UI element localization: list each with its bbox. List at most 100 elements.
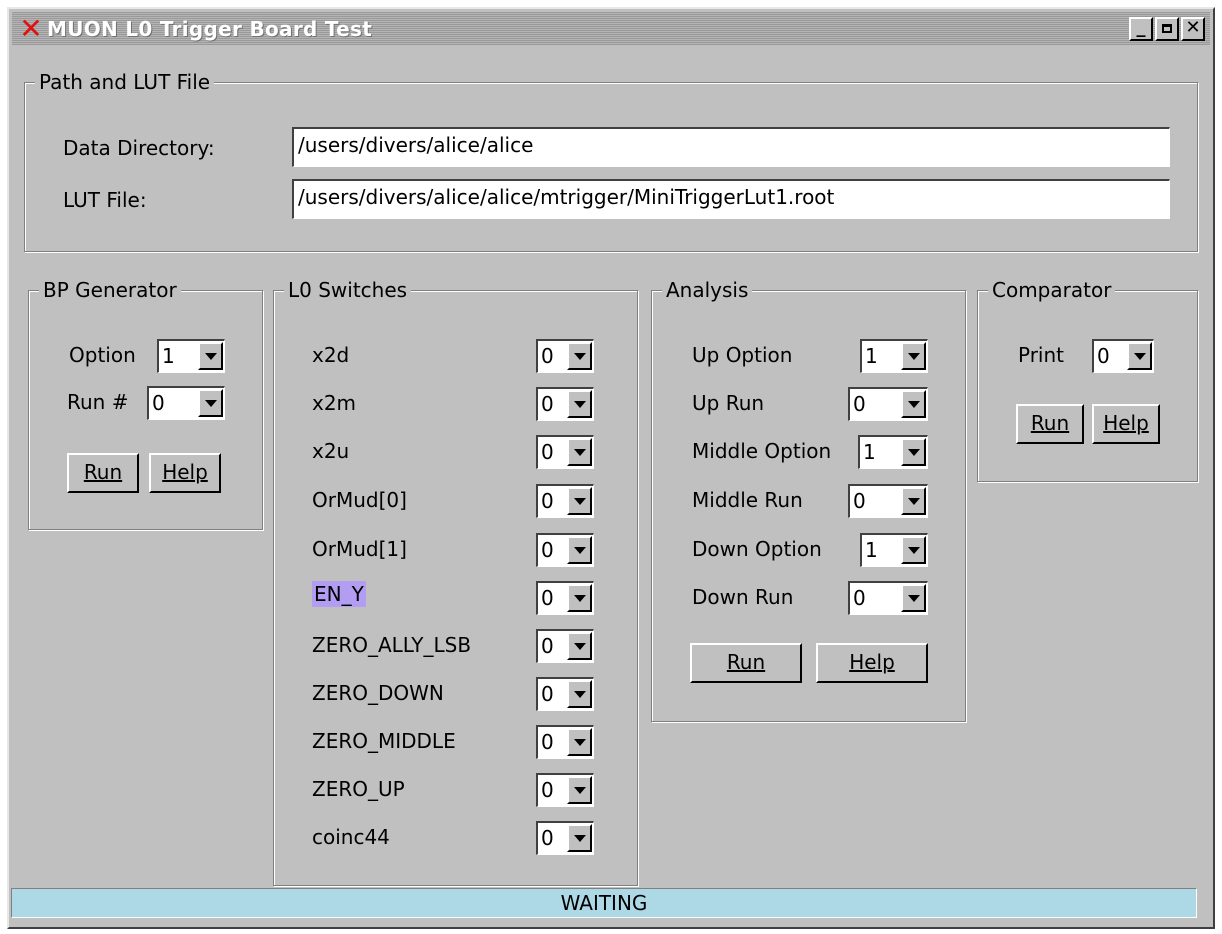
- switch-label: ZERO_UP: [312, 777, 405, 801]
- switch-value: 0: [541, 778, 554, 802]
- minimize-button[interactable]: _: [1129, 17, 1153, 41]
- l0-switches-title: L0 Switches: [284, 277, 412, 303]
- chevron-down-icon[interactable]: [901, 342, 926, 370]
- switch-select[interactable]: 0: [536, 677, 594, 711]
- chevron-down-icon[interactable]: [567, 390, 592, 418]
- analysis-label: Middle Run: [692, 488, 803, 512]
- bp-run-number-value: 0: [152, 391, 165, 415]
- analysis-label: Up Run: [692, 391, 765, 415]
- bp-run-number-label: Run #: [67, 390, 129, 414]
- chevron-down-icon[interactable]: [567, 536, 592, 564]
- bp-generator-group: BP Generator Option 1 Run # 0 Run Help: [28, 277, 263, 530]
- switch-label-highlighted[interactable]: EN_Y: [312, 581, 366, 607]
- switch-select[interactable]: 0: [536, 581, 594, 615]
- switch-select[interactable]: 0: [536, 484, 594, 518]
- title-bar[interactable]: ✕ MUON L0 Trigger Board Test _ ✕: [12, 12, 1210, 45]
- chevron-down-icon[interactable]: [567, 680, 592, 708]
- comparator-title: Comparator: [988, 277, 1116, 303]
- data-directory-label: Data Directory:: [63, 136, 215, 160]
- switch-select[interactable]: 0: [536, 725, 594, 759]
- switch-label: x2m: [312, 391, 357, 415]
- maximize-button[interactable]: [1155, 17, 1179, 41]
- analysis-label: Up Option: [692, 343, 793, 367]
- analysis-value: 0: [853, 586, 866, 610]
- bp-run-button-label: Run: [83, 460, 123, 484]
- analysis-value: 1: [865, 538, 878, 562]
- switch-value: 0: [541, 440, 554, 464]
- analysis-value: 0: [853, 392, 866, 416]
- maximize-icon: [1162, 24, 1172, 33]
- analysis-label: Down Option: [692, 537, 822, 561]
- analysis-select[interactable]: 0: [848, 484, 928, 518]
- window-title: MUON L0 Trigger Board Test: [47, 17, 373, 41]
- lut-file-input[interactable]: /users/divers/alice/alice/mtrigger/MiniT…: [292, 179, 1170, 219]
- analysis-value: 0: [853, 489, 866, 513]
- switch-value: 0: [541, 538, 554, 562]
- switch-label: OrMud[0]: [312, 488, 407, 512]
- lut-file-label: LUT File:: [63, 188, 147, 212]
- switch-select[interactable]: 0: [536, 533, 594, 567]
- l0-switches-group: L0 Switches x2d 0 x2m 0 x2u 0 OrMud[0] 0…: [273, 277, 638, 886]
- comparator-group: Comparator Print 0 Run Help: [977, 277, 1198, 482]
- switch-value: 0: [541, 392, 554, 416]
- switch-select[interactable]: 0: [536, 629, 594, 663]
- bp-run-button[interactable]: Run: [67, 453, 139, 493]
- comparator-print-select[interactable]: 0: [1092, 339, 1154, 373]
- data-directory-input[interactable]: /users/divers/alice/alice: [292, 127, 1170, 167]
- comparator-help-button-label: Help: [1103, 411, 1149, 435]
- analysis-select[interactable]: 1: [860, 533, 928, 567]
- analysis-select[interactable]: 1: [858, 435, 928, 469]
- comparator-run-button-label: Run: [1030, 411, 1070, 435]
- chevron-down-icon[interactable]: [901, 536, 926, 564]
- switch-value: 0: [541, 489, 554, 513]
- switch-select[interactable]: 0: [536, 387, 594, 421]
- switch-select[interactable]: 0: [536, 339, 594, 373]
- bp-option-select[interactable]: 1: [157, 339, 225, 373]
- chevron-down-icon[interactable]: [1127, 342, 1152, 370]
- switch-label: ZERO_ALLY_LSB: [312, 633, 472, 657]
- analysis-select[interactable]: 0: [848, 581, 928, 615]
- switch-select[interactable]: 0: [536, 435, 594, 469]
- status-bar: WAITING: [11, 888, 1197, 918]
- switch-value: 0: [541, 826, 554, 850]
- analysis-label: Down Run: [692, 585, 794, 609]
- bp-generator-title: BP Generator: [39, 277, 181, 303]
- analysis-select[interactable]: 0: [848, 387, 928, 421]
- chevron-down-icon[interactable]: [901, 584, 926, 612]
- switch-value: 0: [541, 634, 554, 658]
- chevron-down-icon[interactable]: [567, 487, 592, 515]
- comparator-help-button[interactable]: Help: [1092, 404, 1160, 444]
- comparator-run-button[interactable]: Run: [1016, 404, 1084, 444]
- chevron-down-icon[interactable]: [901, 390, 926, 418]
- bp-option-value: 1: [162, 344, 175, 368]
- analysis-select[interactable]: 1: [860, 339, 928, 373]
- x-app-icon: ✕: [19, 12, 43, 45]
- analysis-help-button-label: Help: [849, 650, 895, 674]
- switch-select[interactable]: 0: [536, 773, 594, 807]
- chevron-down-icon[interactable]: [901, 487, 926, 515]
- close-button[interactable]: ✕: [1181, 17, 1205, 41]
- switch-label: ZERO_DOWN: [312, 681, 444, 705]
- chevron-down-icon[interactable]: [567, 632, 592, 660]
- chevron-down-icon[interactable]: [567, 438, 592, 466]
- chevron-down-icon[interactable]: [567, 776, 592, 804]
- close-icon: ✕: [1185, 17, 1201, 38]
- chevron-down-icon[interactable]: [567, 728, 592, 756]
- bp-help-button[interactable]: Help: [149, 453, 221, 493]
- chevron-down-icon[interactable]: [567, 342, 592, 370]
- switch-label: x2d: [312, 343, 350, 367]
- chevron-down-icon[interactable]: [198, 389, 223, 417]
- switch-label: coinc44: [312, 825, 390, 849]
- chevron-down-icon[interactable]: [901, 438, 926, 466]
- analysis-value: 1: [865, 344, 878, 368]
- chevron-down-icon[interactable]: [198, 342, 223, 370]
- switch-label: ZERO_MIDDLE: [312, 729, 456, 753]
- bp-run-number-select[interactable]: 0: [147, 386, 225, 420]
- analysis-help-button[interactable]: Help: [816, 643, 928, 683]
- chevron-down-icon[interactable]: [567, 824, 592, 852]
- analysis-run-button[interactable]: Run: [690, 643, 802, 683]
- chevron-down-icon[interactable]: [567, 584, 592, 612]
- analysis-group: Analysis Up Option 1 Up Run 0 Middle Opt…: [651, 277, 966, 722]
- switch-select[interactable]: 0: [536, 821, 594, 855]
- switch-value: 0: [541, 344, 554, 368]
